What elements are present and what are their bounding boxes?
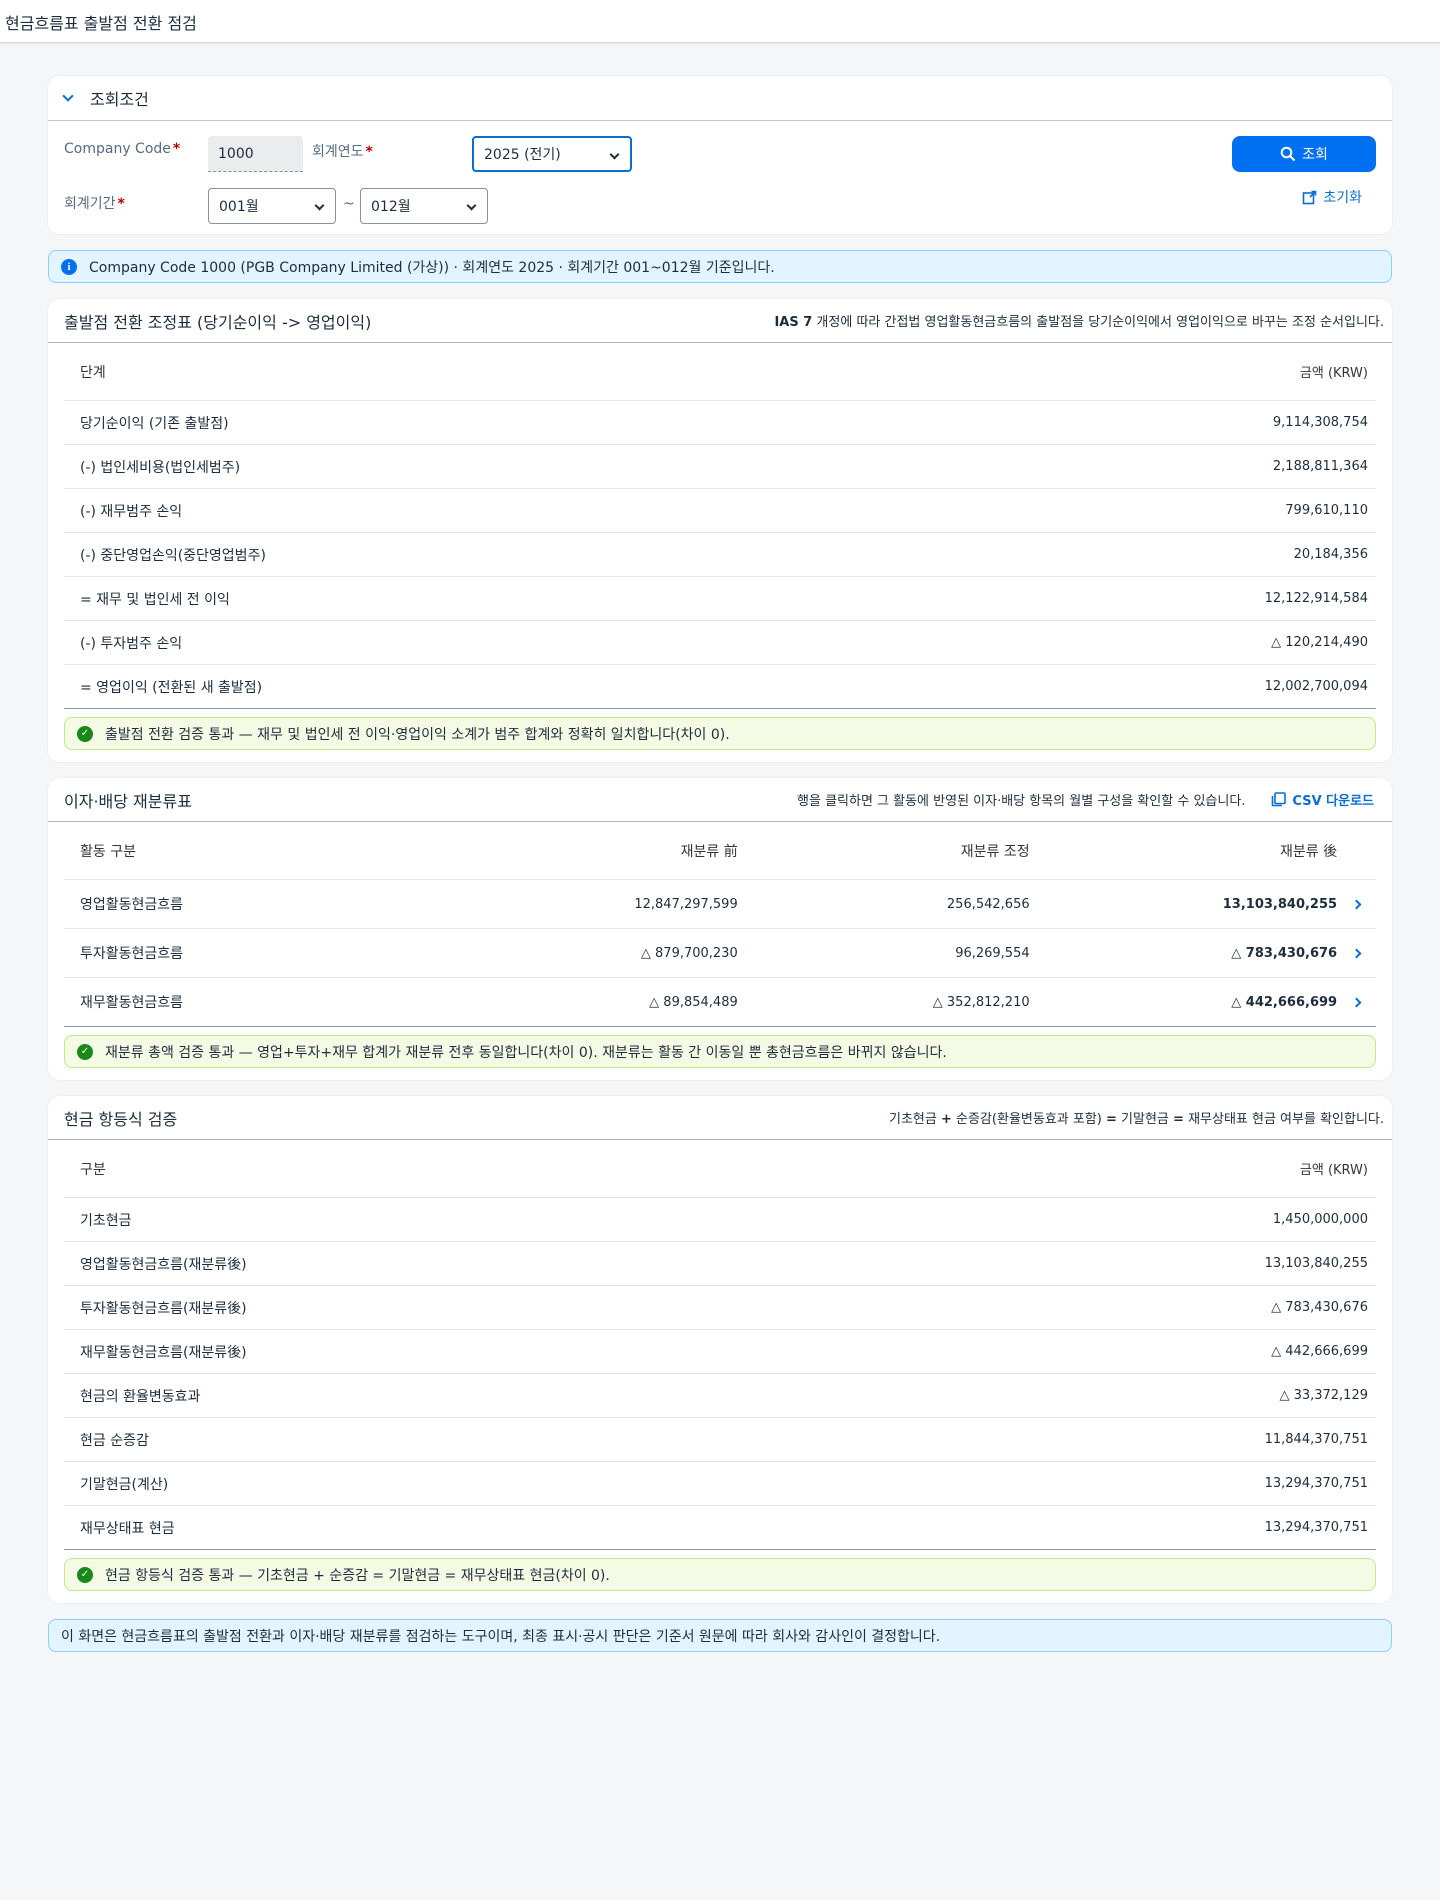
required-mark: * <box>365 144 373 160</box>
company-code-label: Company Code * <box>64 141 181 157</box>
fiscal-year-select[interactable]: 2025 (전기) <box>472 136 632 172</box>
col-activity: 활동 구분 <box>80 843 136 860</box>
col-after: 재분류 後 <box>1279 843 1338 860</box>
identity-check-wrap: ✓ 현금 항등식 검증 통과 — 기초현금 + 순증감 = 기말현금 = 재무상… <box>48 1550 1392 1603</box>
required-mark: * <box>172 141 181 157</box>
start-point-table: 단계 금액 (KRW) 당기순이익 (기존 출발점) 9,114,308,754 … <box>48 343 1392 709</box>
chevron-right-icon[interactable] <box>1351 997 1362 1007</box>
filter-body: Company Code * 1000 회계연도 * 2025 (전기) 회계기간 *… <box>48 121 1392 234</box>
table-row: 투자활동현금흐름(재분류後) △ 783,430,676 <box>64 1286 1376 1330</box>
fiscal-year-label: 회계연도 * <box>312 144 373 160</box>
start-point-title: 출발점 전환 조정표 (당기순이익 -> 영업이익) <box>64 312 372 332</box>
table-row: 현금 순증감 11,844,370,751 <box>64 1418 1376 1462</box>
cash-identity-note: 기초현금 + 순증감(환율변동효과 포함) = 기말현금 = 재무상태표 현금 … <box>889 1112 1384 1127</box>
chevron-down-icon <box>466 200 477 211</box>
col-item: 구분 <box>80 1161 106 1178</box>
table-row: 당기순이익 (기존 출발점) 9,114,308,754 <box>64 401 1376 445</box>
start-point-note: IAS 7 개정에 따라 간접법 영업활동현금흐름의 출발점을 당기순이익에서 … <box>774 315 1384 330</box>
col-step: 단계 <box>80 364 106 381</box>
start-point-header: 출발점 전환 조정표 (당기순이익 -> 영업이익) IAS 7 개정에 따라 … <box>48 299 1392 343</box>
cash-identity-title: 현금 항등식 검증 <box>64 1109 178 1129</box>
table-row[interactable]: 투자활동현금흐름 △ 879,700,230 96,269,554 △ 783,… <box>64 929 1376 978</box>
table-row: 재무활동현금흐름(재분류後) △ 442,666,699 <box>64 1330 1376 1374</box>
required-mark: * <box>117 196 125 212</box>
table-row: (-) 투자범주 손익 △ 120,214,490 <box>64 621 1376 665</box>
reclass-header: 이자·배당 재분류표 행을 클릭하면 그 활동에 반영된 이자·배당 항목의 월… <box>48 778 1392 822</box>
filter-card: 조회조건 Company Code * 1000 회계연도 * 2025 (전기) … <box>48 76 1392 234</box>
chevron-down-icon[interactable] <box>62 90 74 102</box>
chevron-right-icon[interactable] <box>1351 899 1362 909</box>
reclass-table: 활동 구분 재분류 前 재분류 조정 재분류 後 영업활동현금흐름 12,847… <box>48 822 1392 1027</box>
info-strip: i Company Code 1000 (PGB Company Limited… <box>48 250 1392 283</box>
table-row: = 재무 및 법인세 전 이익 12,122,914,584 <box>64 577 1376 621</box>
page-content: 조회조건 Company Code * 1000 회계연도 * 2025 (전기) … <box>0 43 1440 1652</box>
start-point-check-wrap: ✓ 출발점 전환 검증 통과 — 재무 및 법인세 전 이익·영업이익 소계가 … <box>48 709 1392 762</box>
info-icon: i <box>61 258 77 275</box>
table-row: 기말현금(계산) 13,294,370,751 <box>64 1462 1376 1506</box>
reclass-note: 행을 클릭하면 그 활동에 반영된 이자·배당 항목의 월별 구성을 확인할 수… <box>797 794 1246 809</box>
table-row[interactable]: 영업활동현금흐름 12,847,297,599 256,542,656 13,1… <box>64 880 1376 929</box>
range-separator: ~ <box>343 196 355 212</box>
table-row: (-) 중단영업손익(중단영업범주) 20,184,356 <box>64 533 1376 577</box>
table-row: 기초현금 1,450,000,000 <box>64 1198 1376 1242</box>
search-button[interactable]: 조회 <box>1232 136 1376 172</box>
success-strip: ✓ 재분류 총액 검증 통과 — 영업+투자+재무 합계가 재분류 전후 동일합… <box>64 1035 1376 1068</box>
reclass-check-wrap: ✓ 재분류 총액 검증 통과 — 영업+투자+재무 합계가 재분류 전후 동일합… <box>48 1027 1392 1080</box>
check-icon: ✓ <box>77 725 93 742</box>
period-from-select[interactable]: 001월 <box>208 188 336 224</box>
table-row: = 영업이익 (전환된 새 출발점) 12,002,700,094 <box>64 665 1376 709</box>
table-header: 단계 금액 (KRW) <box>64 343 1376 401</box>
period-to-select[interactable]: 012월 <box>360 188 488 224</box>
reclass-title: 이자·배당 재분류표 <box>64 791 192 811</box>
cash-identity-table: 구분 금액 (KRW) 기초현금 1,450,000,000 영업활동현금흐름(재… <box>48 1140 1392 1550</box>
shell-bar: 현금흐름표 출발점 전환 점검 <box>0 0 1440 43</box>
table-row: 재무상태표 현금 13,294,370,751 <box>64 1506 1376 1550</box>
period-label: 회계기간 * <box>64 196 125 212</box>
filter-header[interactable]: 조회조건 <box>48 76 1392 121</box>
search-icon <box>1280 146 1296 162</box>
table-row: 영업활동현금흐름(재분류後) 13,103,840,255 <box>64 1242 1376 1286</box>
check-icon: ✓ <box>77 1566 93 1583</box>
chevron-down-icon <box>314 200 325 211</box>
success-strip: ✓ 출발점 전환 검증 통과 — 재무 및 법인세 전 이익·영업이익 소계가 … <box>64 717 1376 750</box>
col-amount: 금액 (KRW) <box>1299 366 1368 381</box>
col-adjust: 재분류 조정 <box>960 843 1030 860</box>
footer-note-strip: 이 화면은 현금흐름표의 출발점 전환과 이자·배당 재분류를 점검하는 도구이… <box>48 1619 1392 1652</box>
chevron-right-icon[interactable] <box>1351 948 1362 958</box>
reset-button[interactable]: 초기화 <box>1302 187 1362 207</box>
table-row: (-) 재무범주 손익 799,610,110 <box>64 489 1376 533</box>
csv-download-button[interactable]: CSV 다운로드 <box>1271 790 1374 809</box>
filter-title: 조회조건 <box>90 90 149 109</box>
reset-icon <box>1303 190 1317 204</box>
col-amount: 금액 (KRW) <box>1299 1163 1368 1178</box>
table-row: (-) 법인세비용(법인세범주) 2,188,811,364 <box>64 445 1376 489</box>
col-before: 재분류 前 <box>680 843 738 860</box>
cash-identity-card: 현금 항등식 검증 기초현금 + 순증감(환율변동효과 포함) = 기말현금 =… <box>48 1096 1392 1603</box>
success-strip: ✓ 현금 항등식 검증 통과 — 기초현금 + 순증감 = 기말현금 = 재무상… <box>64 1558 1376 1591</box>
cash-identity-header: 현금 항등식 검증 기초현금 + 순증감(환율변동효과 포함) = 기말현금 =… <box>48 1096 1392 1140</box>
start-point-card: 출발점 전환 조정표 (당기순이익 -> 영업이익) IAS 7 개정에 따라 … <box>48 299 1392 762</box>
company-code-field[interactable]: 1000 <box>208 136 303 172</box>
check-icon: ✓ <box>77 1043 93 1060</box>
table-header: 구분 금액 (KRW) <box>64 1140 1376 1198</box>
app-title: 현금흐름표 출발점 전환 점검 <box>5 14 197 33</box>
chevron-down-icon <box>609 149 620 160</box>
download-icon <box>1272 792 1287 807</box>
table-row: 현금의 환율변동효과 △ 33,372,129 <box>64 1374 1376 1418</box>
table-row[interactable]: 재무활동현금흐름 △ 89,854,489 △ 352,812,210 △ 44… <box>64 978 1376 1027</box>
reclass-card: 이자·배당 재분류표 행을 클릭하면 그 활동에 반영된 이자·배당 항목의 월… <box>48 778 1392 1080</box>
table-header: 활동 구분 재분류 前 재분류 조정 재분류 後 <box>64 822 1376 880</box>
